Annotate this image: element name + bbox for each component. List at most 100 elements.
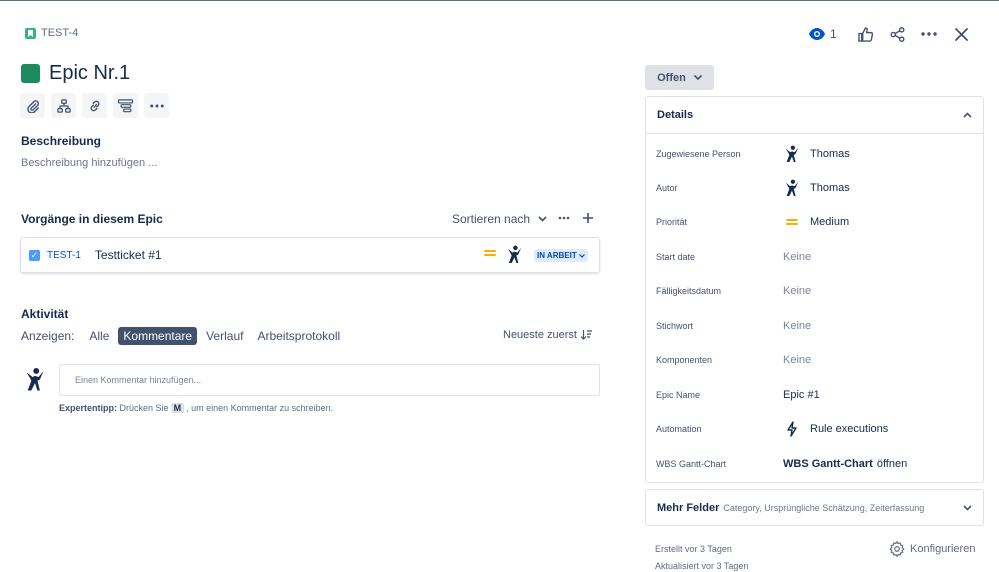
- filter-history[interactable]: Verlauf: [201, 327, 248, 345]
- field-value: Rule executions: [810, 423, 889, 435]
- chevron-up-icon: [963, 112, 972, 118]
- link-issue-button[interactable]: [82, 93, 107, 118]
- issue-header: Epic Nr.1: [21, 62, 130, 85]
- comment-placeholder: Einen Kommentar hinzufügen...: [75, 375, 202, 385]
- more-icon[interactable]: [558, 211, 570, 225]
- field-label: Komponenten: [656, 355, 713, 365]
- field-start-date[interactable]: Start date Keine: [656, 247, 973, 267]
- show-label: Anzeigen:: [21, 329, 75, 343]
- sort-dropdown[interactable]: Sortieren nach: [452, 212, 547, 226]
- field-components[interactable]: Komponenten Keine: [656, 350, 973, 370]
- field-value: Keine: [783, 285, 812, 297]
- issue-title[interactable]: Epic Nr.1: [49, 62, 130, 85]
- activity-sort-label: Neueste zuerst: [503, 329, 577, 341]
- paperclip-icon: [26, 99, 39, 113]
- more-actions-button[interactable]: [913, 22, 945, 46]
- comment-input[interactable]: Einen Kommentar hinzufügen...: [59, 364, 600, 396]
- child-issues-heading: Vorgänge in diesem Epic: [21, 212, 163, 226]
- issue-dates: Erstellt vor 3 Tagen Aktualisiert vor 3 …: [655, 541, 748, 572]
- gear-icon: [889, 541, 905, 557]
- field-label: Autor: [656, 183, 678, 193]
- configure-label: Konfigurieren: [910, 543, 976, 555]
- eye-icon: [809, 28, 825, 40]
- field-value: Medium: [810, 216, 850, 228]
- field-reporter[interactable]: Autor Thomas: [656, 178, 973, 198]
- link-icon: [90, 100, 99, 111]
- avatar: [785, 145, 799, 162]
- pro-tip: Expertentipp: Drücken Sie M, um einen Kom…: [59, 403, 333, 413]
- child-issue-summary[interactable]: Testticket #1: [95, 248, 162, 262]
- activity-heading: Aktivität: [21, 307, 69, 321]
- child-issue-actions: [558, 211, 594, 225]
- status-lozenge[interactable]: IN ARBEIT: [534, 249, 588, 262]
- avatar: [507, 245, 522, 263]
- task-type-icon: ✓: [29, 249, 40, 261]
- description-placeholder[interactable]: Beschreibung hinzufügen ...: [21, 157, 157, 169]
- share-icon: [890, 26, 904, 42]
- field-value: Keine: [783, 251, 812, 263]
- watch-button[interactable]: 1: [809, 27, 849, 41]
- status-label: Offen: [657, 71, 686, 84]
- chevron-down-icon: [693, 75, 702, 80]
- issue-toolbar: [20, 93, 169, 118]
- child-issue-row[interactable]: ✓ TEST-1 Testticket #1 IN ARBEIT: [20, 237, 600, 273]
- watch-count: 1: [830, 27, 837, 41]
- field-label: Priorität: [656, 217, 688, 227]
- details-header[interactable]: Details: [646, 97, 983, 134]
- field-labels[interactable]: Stichwort Keine: [656, 316, 973, 336]
- more-icon: [149, 104, 164, 107]
- chevron-down-icon: [538, 216, 547, 222]
- sort-icon: [580, 330, 592, 340]
- priority-medium-icon: [484, 248, 496, 258]
- priority-medium-icon: [786, 217, 798, 227]
- filter-all[interactable]: Alle: [84, 327, 114, 345]
- attach-button[interactable]: [20, 93, 45, 118]
- issue-key: TEST-4: [41, 27, 79, 39]
- field-wbs-gantt[interactable]: WBS Gantt-Chart WBS Gantt-Chart öffnen: [656, 454, 973, 474]
- field-assignee[interactable]: Zugewiesene Person Thomas: [656, 144, 973, 164]
- field-due-date[interactable]: Fälligkeitsdatum Keine: [656, 281, 973, 301]
- field-epic-name[interactable]: Epic Name Epic #1: [656, 385, 973, 405]
- avatar: [26, 368, 44, 391]
- details-panel: Details Zugewiesene Person Thomas Autor …: [645, 96, 984, 483]
- activity-sort-button[interactable]: Neueste zuerst: [503, 329, 592, 341]
- more-icon: [921, 32, 937, 36]
- add-icon[interactable]: [582, 211, 594, 225]
- wbs-gantt-open: öffnen: [876, 458, 908, 470]
- avatar: [785, 179, 799, 196]
- status-transition-button[interactable]: Offen: [645, 65, 714, 90]
- field-label: Zugewiesene Person: [656, 149, 741, 159]
- lightning-icon: [787, 421, 797, 437]
- tip-before: Drücken Sie: [119, 403, 169, 413]
- description-heading: Beschreibung: [21, 134, 102, 148]
- field-label: Start date: [656, 252, 696, 262]
- field-label: Fälligkeitsdatum: [656, 286, 722, 296]
- epic-type-icon: [25, 27, 36, 39]
- field-value: Epic #1: [783, 389, 820, 401]
- field-label: WBS Gantt-Chart: [656, 459, 727, 469]
- configure-button[interactable]: Konfigurieren: [889, 541, 975, 557]
- field-priority[interactable]: Priorität Medium: [656, 212, 973, 232]
- field-automation[interactable]: Automation Rule executions: [656, 419, 973, 439]
- field-label: Epic Name: [656, 390, 701, 400]
- issue-key-link[interactable]: TEST-4: [25, 27, 78, 39]
- more-fields-section[interactable]: Mehr Felder Category, Ursprüngliche Schät…: [645, 489, 984, 526]
- filter-comments[interactable]: Kommentare: [118, 327, 198, 345]
- close-button[interactable]: [945, 22, 977, 46]
- issue-actions: 1: [809, 22, 977, 46]
- roadmap-button[interactable]: [113, 93, 138, 118]
- wbs-gantt-link[interactable]: WBS Gantt-Chart: [783, 458, 873, 470]
- field-label: Stichwort: [656, 321, 694, 331]
- share-button[interactable]: [881, 22, 913, 46]
- add-child-button[interactable]: [51, 93, 76, 118]
- filter-worklog[interactable]: Arbeitsprotokoll: [252, 327, 345, 345]
- like-button[interactable]: [849, 22, 881, 46]
- tip-bold: Expertentipp:: [59, 403, 118, 413]
- child-issue-key[interactable]: TEST-1: [47, 250, 81, 261]
- field-label: Automation: [656, 424, 702, 434]
- sort-label: Sortieren nach: [452, 212, 531, 226]
- tip-after: , um einen Kommentar zu schreiben.: [186, 403, 334, 413]
- hierarchy-icon: [56, 98, 71, 113]
- toolbar-more-button[interactable]: [144, 93, 169, 118]
- more-fields-summary: Category, Ursprüngliche Schätzung, Zeite…: [723, 502, 925, 513]
